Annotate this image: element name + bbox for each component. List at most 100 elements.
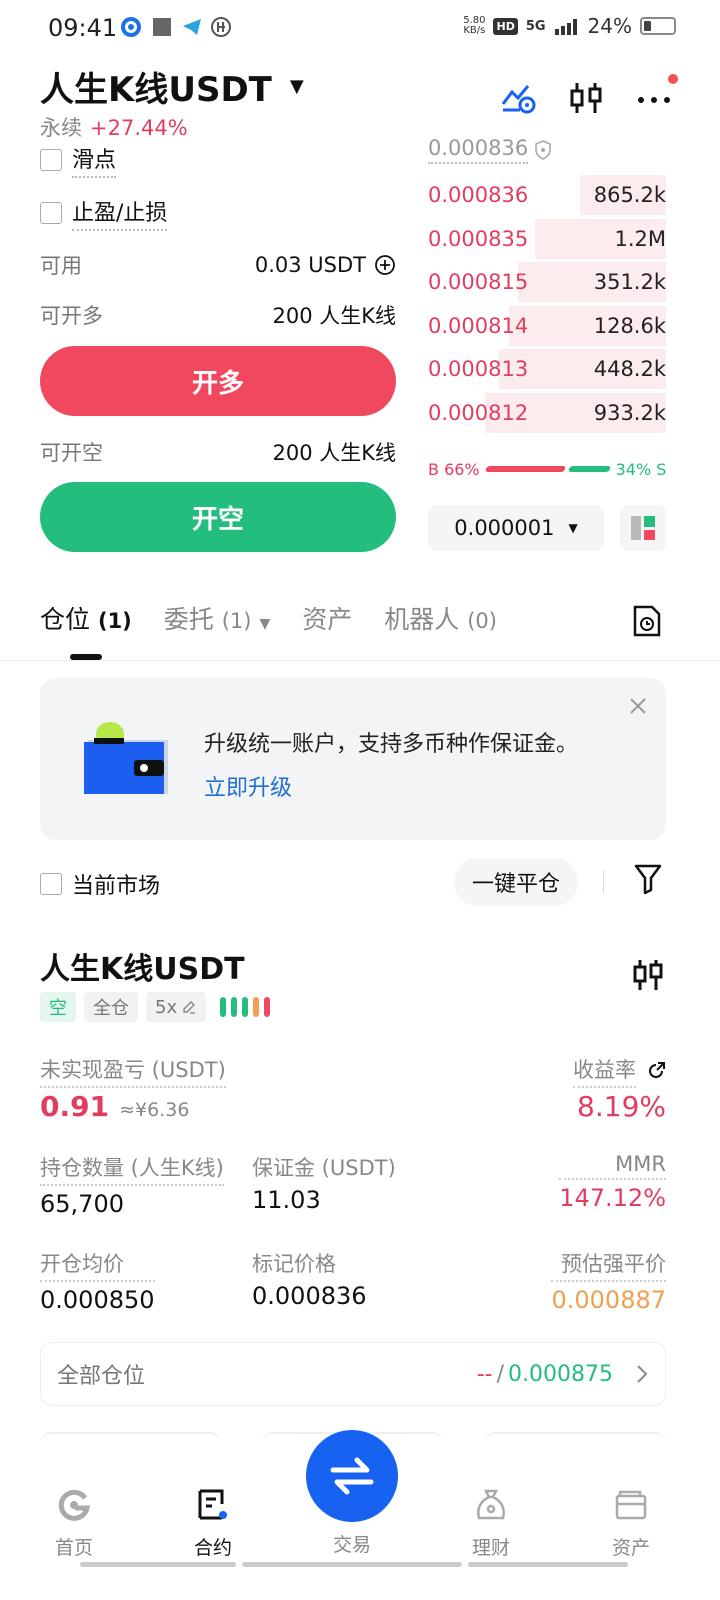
wallet-illustration [84,722,168,794]
signal-indicator: 5G [525,18,546,34]
entry-price: 开仓均价 0.000850 [40,1248,155,1314]
tab-bots[interactable]: 机器人 (0) [384,600,497,636]
trade-fab-button[interactable] [306,1430,398,1522]
leverage-badge[interactable]: 5x [146,992,207,1022]
risk-level-bars [220,997,271,1017]
upnl-label: 未实现盈亏 (USDT) [40,1054,226,1088]
slippage-checkbox[interactable] [40,149,62,171]
margin-mode-badge: 全仓 [84,992,138,1022]
sell-ratio-label: 34% S [615,459,667,479]
unrealized-pnl: 未实现盈亏 (USDT) [40,1054,226,1088]
contract-type: 永续 [40,116,82,140]
telegram-icon [183,19,201,35]
home-icon [58,1489,91,1521]
all-positions-price: 0.000875 [508,1361,613,1387]
entry-label: 开仓均价 [40,1248,155,1282]
upnl-values: 0.91 ≈¥6.36 [40,1090,189,1123]
banner-message: 升级统一账户，支持多币种作保证金。 [204,732,579,757]
circle-notification-icon [211,17,231,37]
chevron-right-icon [637,1365,648,1383]
battery-percent: 24% [587,14,632,38]
candlestick-chart-icon[interactable] [568,80,604,116]
roe[interactable]: 收益率 [573,1054,666,1088]
price-alert-icon[interactable] [500,80,536,116]
upgrade-now-link[interactable]: 立即升级 [204,770,292,802]
caret-down-icon: ▼ [259,616,271,632]
tab-assets[interactable]: 资产 [302,600,352,636]
price-change: +27.44% [90,116,188,140]
orderbook-row[interactable]: 0.000812 933.2k [428,392,666,433]
current-market-checkbox[interactable] [40,873,62,895]
app-notification-icon [121,17,141,37]
mark-price: 标记价格 0.000836 [252,1248,367,1310]
all-positions-row[interactable]: 全部仓位 -- / 0.000875 [40,1342,666,1406]
orderbook-row[interactable]: 0.000836 865.2k [428,175,666,215]
orderbook-row[interactable]: 0.000813 448.2k [428,349,666,389]
wallet-icon [615,1490,647,1520]
home-indicator-segment [468,1562,628,1567]
max-long-label: 可开多 [40,304,103,328]
liq-value: 0.000887 [551,1286,666,1314]
position-tags: 空 全仓 5x [40,992,271,1022]
roe-value-wrap: 8.19% [577,1090,666,1123]
position-tabs: 仓位 (1) 委托 (1) ▼ 资产 机器人 (0) [40,600,497,636]
tpsl-option[interactable]: 止盈/止损 [40,195,168,231]
current-market-filter[interactable]: 当前市场 [40,868,160,900]
price-precision-select[interactable]: 0.000001 ▼ [428,505,604,551]
battery-icon [640,17,676,35]
nav-trade-label: 交易 [332,1534,371,1556]
margin-value: 11.03 [252,1186,321,1214]
upgrade-banner[interactable]: 升级统一账户，支持多币种作保证金。 立即升级 [40,678,666,840]
status-bar: 09:41 5.80 KB/s HD 5G 24% [0,0,720,56]
divider [603,870,604,894]
edit-icon [183,1001,196,1014]
orderbook-row[interactable]: 0.000835 1.2M [428,218,666,259]
more-icon[interactable] [636,74,678,116]
layout-icon [631,516,655,540]
filter-icon[interactable] [633,862,663,896]
tab-positions[interactable]: 仓位 (1) [40,600,132,636]
slippage-option[interactable]: 滑点 [40,142,117,178]
ask-quantity: 351.2k [593,270,666,294]
all-positions-label: 全部仓位 [57,1364,146,1389]
ask-price: 0.000813 [428,357,529,381]
transfer-add-icon[interactable] [374,254,396,276]
candlestick-chart-icon[interactable] [632,958,664,992]
close-icon[interactable] [628,696,648,716]
orderbook-row[interactable]: 0.000815 351.2k [428,262,666,302]
caret-down-icon: ▼ [289,76,304,97]
ask-quantity: 1.2M [614,226,666,251]
upnl-value: 0.91 [40,1090,110,1123]
orderbook-row[interactable]: 0.000814 128.6k [428,305,666,346]
nav-futures[interactable]: 合约 [163,1488,263,1560]
position-symbol[interactable]: 人生K线USDT [40,944,245,988]
ask-price: 0.000835 [428,226,529,251]
orderbook-last-price[interactable]: 0.000836 [428,136,552,164]
open-long-button[interactable]: 开多 [40,346,396,416]
close-all-button[interactable]: 一键平仓 [454,858,578,906]
signal-bars-icon [554,19,577,35]
liquidation-price: 预估强平价 0.000887 [551,1248,666,1314]
network-speed: 5.80 KB/s [463,15,486,36]
history-icon[interactable] [632,604,662,638]
open-short-button[interactable]: 开空 [40,482,396,552]
last-price-value: 0.000836 [428,136,529,164]
mmr-label: MMR [559,1152,666,1180]
symbol-selector[interactable]: 人生K线USDT ▼ [40,62,304,111]
ask-price: 0.000814 [428,313,529,338]
size-label: 持仓数量 (人生K线) [40,1152,224,1186]
buy-sell-ratio: B 66% 34% S [428,458,668,480]
nav-home[interactable]: 首页 [24,1488,124,1560]
orderbook-layout-button[interactable] [620,505,666,551]
symbol-subtitle: 永续 +27.44% [40,112,188,142]
max-short-row: 可开空 200 人生K线 [40,437,396,467]
mark-value: 0.000836 [252,1282,367,1310]
max-short-value: 200 人生K线 [272,441,396,465]
share-icon[interactable] [646,1061,666,1081]
tab-orders[interactable]: 委托 (1) ▼ [164,600,270,636]
mark-label: 标记价格 [252,1252,336,1276]
nav-assets[interactable]: 资产 [581,1488,681,1560]
ask-price: 0.000836 [428,183,529,207]
tpsl-checkbox[interactable] [40,202,62,224]
nav-earn[interactable]: 理财 [441,1488,541,1560]
